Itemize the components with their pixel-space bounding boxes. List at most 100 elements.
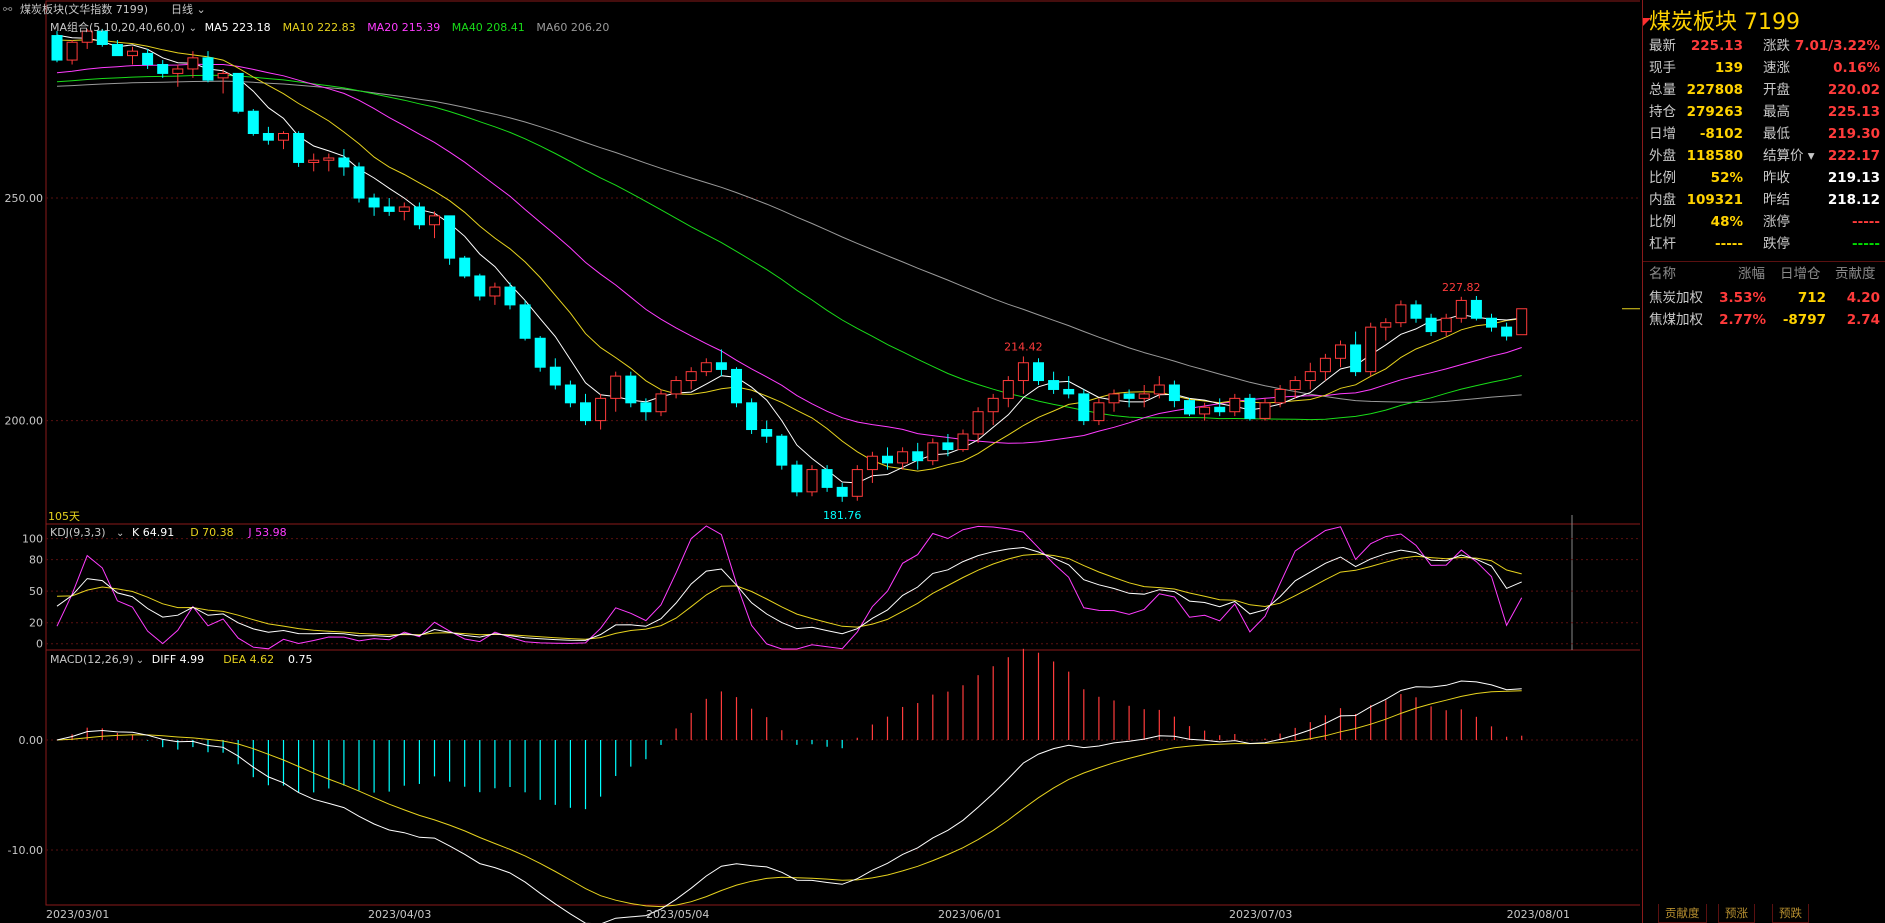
candle-body: [1048, 380, 1060, 390]
candle-body: [1229, 397, 1241, 413]
quote-label: 现手: [1649, 60, 1676, 76]
price-tick-label: 200.00: [5, 415, 44, 428]
component-oi: 712: [1797, 290, 1826, 306]
candle-body: [1199, 406, 1211, 415]
component-contrib: 2.74: [1846, 312, 1880, 328]
moving-average-lines: [56, 34, 1522, 484]
candle-body: [821, 469, 833, 488]
candle-body: [217, 72, 229, 79]
candle-body: [1455, 299, 1467, 319]
candle-body: [1425, 317, 1437, 333]
candle-body: [232, 72, 244, 112]
candle-body: [1244, 397, 1256, 419]
quote-value: -----: [1851, 214, 1880, 230]
macd-lines: [56, 680, 1522, 923]
quote-value: -----: [1714, 236, 1743, 252]
macd-tick-label: 0.00: [19, 734, 44, 747]
legend-value: DIFF 4.99: [152, 653, 204, 666]
component-row[interactable]: 焦煤加权 2.77% -8797 2.74: [1643, 309, 1885, 331]
candle-body: [640, 402, 652, 413]
chevron-down-icon: ⌄: [136, 655, 144, 666]
period-selector[interactable]: 日线 ⌄: [171, 0, 206, 20]
candle-body: [987, 397, 999, 413]
quote-row: 最新 225.13 涨跌 7.01/3.22%: [1643, 35, 1885, 57]
candle-body: [1093, 402, 1105, 422]
candle-body: [66, 41, 78, 61]
candle-body: [459, 257, 471, 277]
quote-label: 涨跌: [1763, 38, 1790, 54]
tab-pre-fall[interactable]: 预跌: [1772, 904, 1809, 923]
chevron-down-icon: ⌄: [116, 528, 124, 539]
quote-label: 昨结: [1763, 192, 1790, 208]
quote-label: 内盘: [1649, 192, 1676, 208]
quote-value: 227808: [1686, 82, 1743, 98]
components-header: 名称 涨幅 日增仓 贡献度: [1643, 264, 1885, 284]
quote-label: 最新: [1649, 38, 1676, 54]
kdj-tick-label: 100: [22, 533, 43, 546]
x-axis-label: 2023/06/01: [938, 908, 1001, 921]
candle-body: [1486, 317, 1497, 328]
price-annotation-low: 181.76: [823, 509, 862, 522]
candle-body: [157, 64, 169, 74]
candle-body: [534, 337, 546, 368]
candle-body: [1274, 388, 1286, 404]
kdj-legend-label: KDJ(9,3,3): [50, 526, 106, 539]
legend-value: 0.75: [288, 653, 313, 666]
price-tick-label: 250.00: [5, 192, 44, 205]
candle-body: [444, 215, 456, 259]
quote-label[interactable]: 结算价 ▾: [1763, 145, 1815, 167]
component-row[interactable]: 焦炭加权 3.53% 712 4.20: [1643, 287, 1885, 309]
chevron-down-icon: ⌄: [193, 3, 206, 16]
components-column-header[interactable]: 贡献度: [1835, 264, 1876, 284]
candle-body: [942, 442, 954, 451]
candle-body: [353, 166, 365, 199]
quote-value: -8102: [1699, 126, 1743, 142]
candle-body: [610, 375, 622, 399]
legend-value: MA40 208.41: [452, 21, 525, 34]
instrument-title: 煤炭板块(文华指数 7199): [20, 3, 149, 16]
ma20-line: [56, 63, 1522, 444]
candle-body: [564, 384, 576, 404]
candle-body: [413, 206, 425, 226]
candle-body: [262, 133, 274, 141]
tab-contribution[interactable]: 贡献度: [1658, 904, 1707, 923]
candle-body: [776, 435, 788, 466]
quote-label: 外盘: [1649, 148, 1676, 164]
candle-body: [127, 50, 138, 57]
legend-value: D 70.38: [190, 526, 233, 539]
macd-diff-line: [56, 680, 1522, 923]
ma-legend-label: MA组合(5,10,20,40,60,0): [50, 20, 185, 34]
component-name: 焦煤加权: [1649, 312, 1703, 328]
candle-body: [278, 133, 289, 141]
candle-body: [957, 433, 969, 451]
quote-label: 涨停: [1763, 214, 1790, 230]
quote-value: 118580: [1686, 148, 1743, 164]
quote-label: 持仓: [1649, 104, 1676, 120]
legend-value: MA60 206.20: [536, 21, 609, 34]
kdj-tick-label: 20: [29, 617, 43, 630]
candle-body: [429, 215, 440, 226]
x-axis-label: 2023/08/01: [1507, 908, 1570, 921]
components-column-header[interactable]: 名称: [1649, 264, 1676, 284]
quote-row: 杠杆 ----- 跌停 -----: [1643, 233, 1885, 255]
x-axis-label: 2023/05/04: [646, 908, 709, 921]
linked-windows-icon[interactable]: ⚯: [3, 0, 12, 20]
main-chart[interactable]: 250.00 200.00 100 80 50 20 0 0.00 -10.00 214.42 1…: [0, 0, 1640, 923]
legend-value: K 64.91: [132, 526, 174, 539]
candle-body: [474, 275, 486, 297]
candle-body: [247, 110, 259, 135]
candle-body: [685, 371, 697, 382]
legend-value: MA20 215.39: [367, 21, 440, 34]
quote-label: 跌停: [1763, 236, 1790, 252]
candle-body: [1380, 322, 1392, 328]
candle-body: [1501, 326, 1513, 337]
dropdown-icon[interactable]: ▾: [1804, 148, 1815, 164]
tab-pre-rise[interactable]: 预涨: [1718, 904, 1755, 923]
candle-body: [111, 43, 123, 57]
quote-row: 内盘 109321 昨结 218.12: [1643, 189, 1885, 211]
candle-body: [897, 451, 909, 464]
components-column-header[interactable]: 日增仓: [1780, 264, 1821, 284]
components-column-header[interactable]: 涨幅: [1738, 264, 1765, 284]
candle-body: [549, 366, 561, 386]
component-name: 焦炭加权: [1649, 290, 1703, 306]
